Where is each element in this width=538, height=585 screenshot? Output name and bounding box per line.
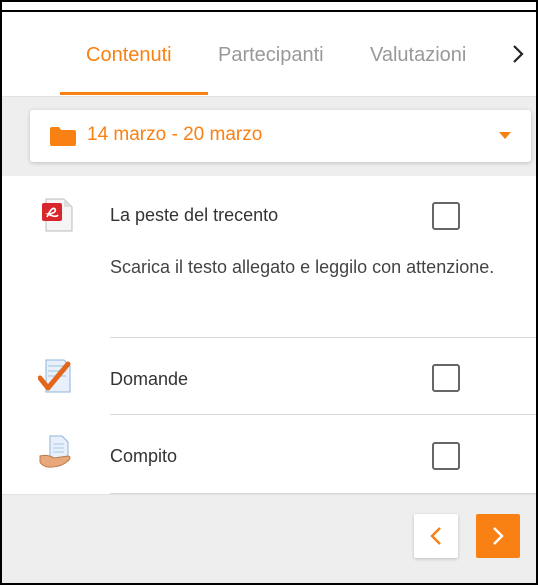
- chevron-right-icon[interactable]: [512, 44, 524, 70]
- top-bar: [2, 2, 536, 12]
- activity-name[interactable]: Compito: [110, 446, 177, 467]
- activity-description: Scarica il testo allegato e leggilo con …: [110, 257, 495, 277]
- chevron-right-icon: [493, 527, 504, 545]
- tab-contenuti[interactable]: Contenuti: [86, 44, 172, 67]
- course-tabs: Contenuti Partecipanti Valutazioni: [2, 14, 536, 96]
- active-tab-indicator: [60, 92, 208, 95]
- section-selector[interactable]: 14 marzo - 20 marzo: [30, 110, 531, 162]
- divider: [110, 414, 536, 415]
- assignment-icon: [39, 435, 71, 468]
- tab-partecipanti[interactable]: Partecipanti: [218, 44, 324, 67]
- previous-section-button[interactable]: [414, 514, 458, 558]
- next-section-button[interactable]: [476, 514, 520, 558]
- quiz-icon: [38, 359, 71, 393]
- pdf-icon: [42, 198, 73, 232]
- divider: [110, 337, 536, 338]
- chevron-left-icon: [430, 527, 441, 545]
- completion-checkbox[interactable]: [432, 364, 460, 392]
- app-frame: Contenuti Partecipanti Valutazioni 14 ma…: [0, 0, 538, 585]
- caret-down-icon: [499, 132, 511, 139]
- folder-icon: [50, 127, 76, 146]
- section-selector-label: 14 marzo - 20 marzo: [87, 124, 263, 145]
- tab-valutazioni[interactable]: Valutazioni: [370, 44, 466, 67]
- completion-checkbox[interactable]: [432, 442, 460, 470]
- activity-name[interactable]: La peste del trecento: [110, 205, 278, 226]
- completion-checkbox[interactable]: [432, 202, 460, 230]
- activity-name[interactable]: Domande: [110, 369, 188, 390]
